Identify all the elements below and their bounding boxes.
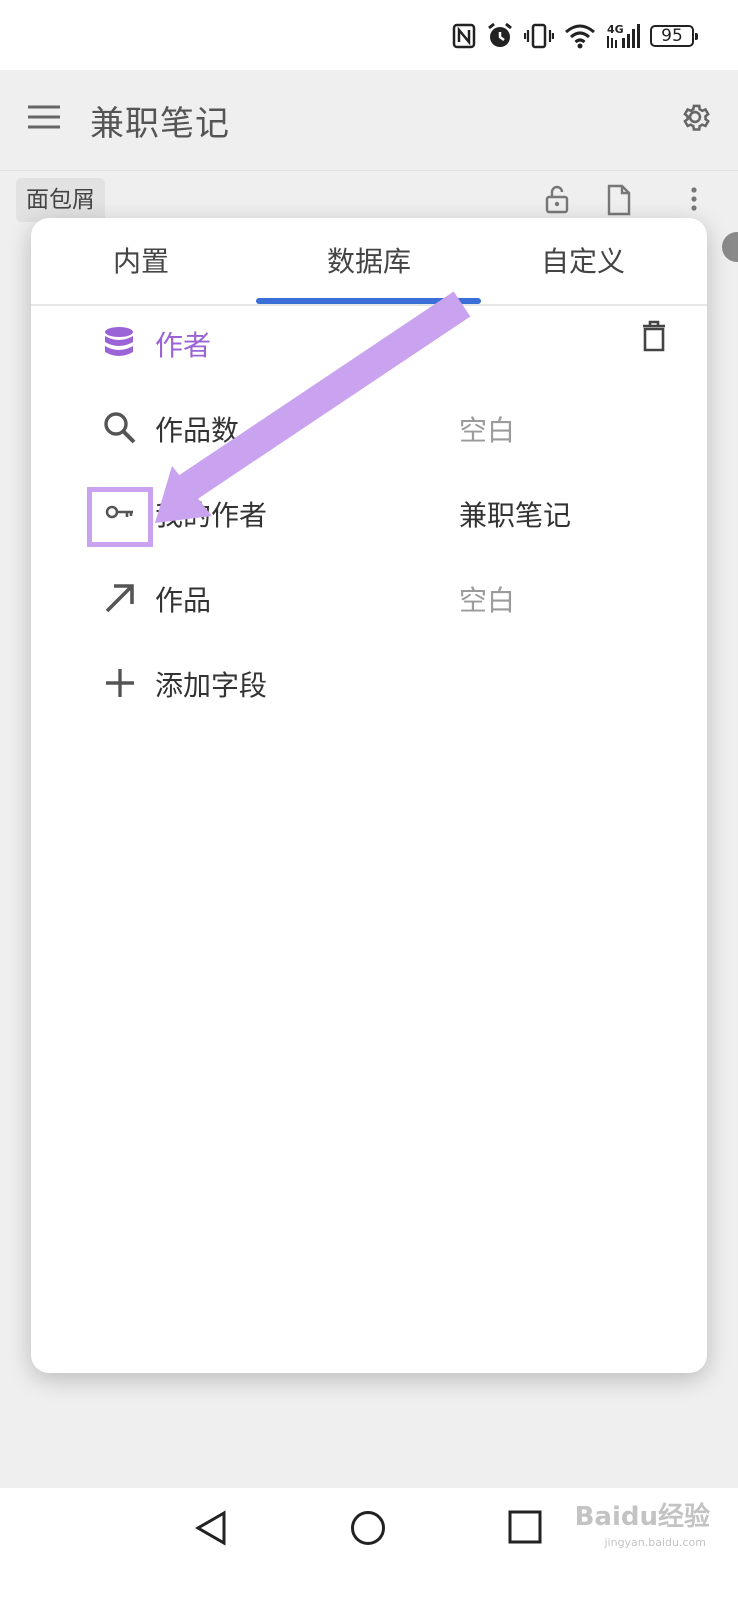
- signal-icon: 4G: [607, 23, 640, 48]
- add-field-button[interactable]: 添加字段: [31, 650, 707, 720]
- wifi-icon: [565, 24, 595, 49]
- recents-icon[interactable]: [508, 1510, 542, 1544]
- trash-icon[interactable]: [641, 320, 667, 352]
- scroll-handle[interactable]: [722, 232, 738, 262]
- arrow-up-right-icon: [105, 584, 134, 613]
- search-icon: [104, 412, 136, 444]
- watermark-url: jingyan.baidu.com: [604, 1536, 706, 1549]
- field-row[interactable]: 作品 空白: [31, 565, 707, 635]
- add-field-label: 添加字段: [155, 669, 268, 702]
- status-bar: 4G 95: [0, 0, 738, 70]
- field-label: 作品数: [155, 414, 240, 447]
- field-label: 我的作者: [155, 499, 268, 532]
- annotation-highlight-box: [87, 487, 153, 547]
- alarm-icon: [488, 22, 512, 47]
- more-vert-icon[interactable]: [690, 184, 698, 214]
- breadcrumb[interactable]: 面包屑: [16, 178, 105, 222]
- field-panel: 内置 数据库 自定义 作者 作品数 空白 我的作者 兼职笔记 作品 空白 添加字…: [31, 218, 707, 1373]
- menu-icon[interactable]: [27, 104, 61, 130]
- tab-database[interactable]: 数据库: [269, 240, 469, 280]
- tab-indicator: [256, 298, 481, 304]
- svg-text:4G: 4G: [607, 23, 624, 36]
- unlock-icon[interactable]: [544, 184, 570, 214]
- watermark: Baidu经验: [574, 1502, 710, 1532]
- plus-icon: [106, 669, 134, 697]
- tab-bar: 内置 数据库 自定义: [31, 218, 707, 306]
- back-icon[interactable]: [194, 1510, 228, 1546]
- status-icons: 4G 95: [452, 20, 698, 52]
- page-title: 兼职笔记: [90, 104, 230, 144]
- app-bar: 兼职笔记: [0, 70, 738, 171]
- field-row[interactable]: 作品数 空白: [31, 395, 707, 465]
- database-icon: [105, 327, 133, 356]
- gear-icon[interactable]: [678, 100, 712, 134]
- tab-custom[interactable]: 自定义: [483, 240, 683, 280]
- database-name: 作者: [155, 329, 212, 362]
- document-icon[interactable]: [606, 184, 632, 216]
- tab-builtin[interactable]: 内置: [41, 240, 241, 280]
- database-row[interactable]: 作者: [31, 310, 707, 380]
- nfc-icon: [452, 23, 476, 49]
- vibrate-icon: [524, 23, 554, 49]
- field-value: 空白: [459, 414, 516, 447]
- field-value: 空白: [459, 584, 516, 617]
- home-icon[interactable]: [350, 1510, 386, 1546]
- field-value: 兼职笔记: [459, 499, 572, 532]
- battery-icon: 95: [650, 25, 698, 47]
- field-label: 作品: [155, 584, 212, 617]
